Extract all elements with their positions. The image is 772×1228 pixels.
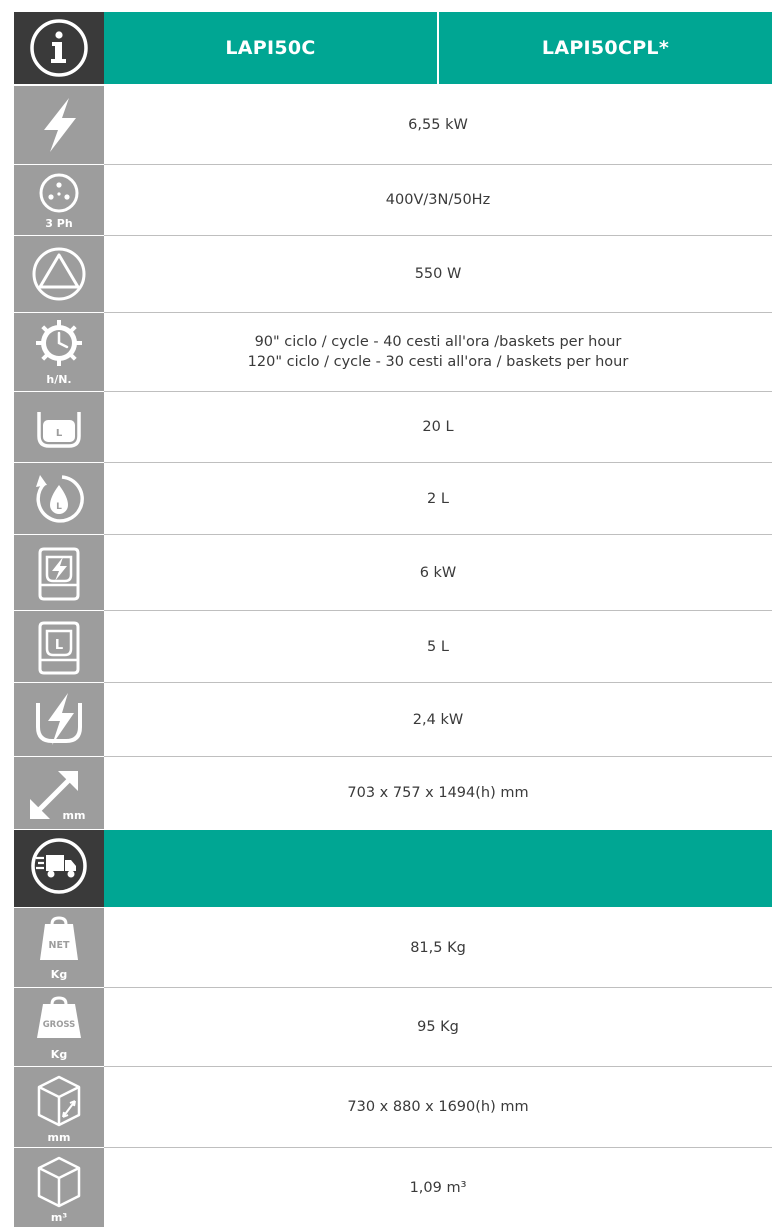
- shipping-row: GROSS Kg 95 Kg: [14, 988, 772, 1067]
- spec-value: 400V/3N/50Hz: [385, 192, 491, 208]
- spec-value: 703 x 757 x 1494(h) mm: [347, 785, 529, 801]
- gross-weight-icon: GROSS Kg: [14, 988, 104, 1067]
- svg-text:Kg: Kg: [51, 968, 67, 981]
- svg-text:Kg: Kg: [51, 1048, 67, 1061]
- svg-text:3 Ph: 3 Ph: [45, 217, 72, 230]
- spec-value: 81,5 Kg: [410, 939, 466, 956]
- shipping-row: m³ 1,09 m³: [14, 1148, 772, 1228]
- spec-row: 2,4 kW: [14, 683, 772, 757]
- shipping-row: mm 730 x 880 x 1690(h) mm: [14, 1067, 772, 1148]
- spec-row: L 20 L: [14, 392, 772, 463]
- spec-value: 2 L: [427, 490, 449, 507]
- cycle-clock-icon: h/N.: [14, 313, 104, 392]
- spec-value: 6 kW: [419, 564, 457, 581]
- model-header: LAPI50C: [225, 37, 316, 59]
- info-icon: [14, 12, 104, 85]
- rinse-water-drop-icon: L: [14, 463, 104, 535]
- dimensions-arrow-icon: mm: [14, 757, 104, 830]
- spec-row: 3 Ph 400V/3N/50Hz: [14, 165, 772, 236]
- spec-value: 95 Kg: [417, 1019, 459, 1035]
- svg-text:m³: m³: [51, 1211, 67, 1224]
- boiler-power-icon: [14, 535, 104, 611]
- spec-value: 1,09 m³: [409, 1179, 467, 1196]
- spec-table: LAPI50C LAPI50CPL* 6,55 kW 3 Ph 400V/3N/…: [14, 12, 772, 1228]
- package-volume-icon: m³: [14, 1148, 104, 1228]
- net-weight-icon: NET Kg: [14, 908, 104, 988]
- model-headers: LAPI50C LAPI50CPL*: [104, 12, 772, 84]
- spec-value: 6,55 kW: [408, 117, 468, 133]
- triangle-power-icon: [14, 236, 104, 313]
- spec-row: L 5 L: [14, 611, 772, 683]
- spec-row: 6 kW: [14, 535, 772, 611]
- svg-text:GROSS: GROSS: [43, 1020, 76, 1030]
- header-row: LAPI50C LAPI50CPL*: [14, 12, 772, 86]
- tank-capacity-icon: L: [14, 392, 104, 463]
- spec-row: 550 W: [14, 236, 772, 313]
- svg-text:L: L: [56, 502, 62, 512]
- spec-row: mm 703 x 757 x 1494(h) mm: [14, 757, 772, 830]
- svg-text:mm: mm: [48, 1131, 71, 1144]
- three-phase-plug-icon: 3 Ph: [14, 165, 104, 236]
- spec-value: 20 L: [422, 419, 454, 435]
- svg-text:h/N.: h/N.: [46, 373, 71, 386]
- spec-row: L 2 L: [14, 463, 772, 535]
- delivery-truck-icon: [14, 830, 104, 908]
- shipping-header-row: [14, 830, 772, 908]
- spec-row: 6,55 kW: [14, 86, 772, 165]
- shipping-header-band: [104, 830, 772, 907]
- svg-text:NET: NET: [49, 940, 70, 951]
- spec-value: 730 x 880 x 1690(h) mm: [347, 1099, 529, 1115]
- svg-text:L: L: [56, 428, 63, 439]
- spec-value: 2,4 kW: [412, 711, 464, 728]
- spec-value: 90" ciclo / cycle - 40 cesti all'ora /ba…: [247, 334, 629, 370]
- shipping-row: NET Kg 81,5 Kg: [14, 908, 772, 988]
- lightning-bolt-icon: [14, 86, 104, 165]
- spec-value: 550 W: [414, 266, 462, 282]
- svg-text:mm: mm: [63, 809, 86, 822]
- tank-heating-icon: [14, 683, 104, 757]
- boiler-capacity-icon: L: [14, 611, 104, 683]
- svg-text:L: L: [55, 638, 63, 653]
- spec-row: h/N. 90" ciclo / cycle - 40 cesti all'or…: [14, 313, 772, 392]
- package-dimensions-icon: mm: [14, 1067, 104, 1148]
- spec-value: 5 L: [427, 638, 449, 655]
- model-header: LAPI50CPL*: [437, 12, 772, 84]
